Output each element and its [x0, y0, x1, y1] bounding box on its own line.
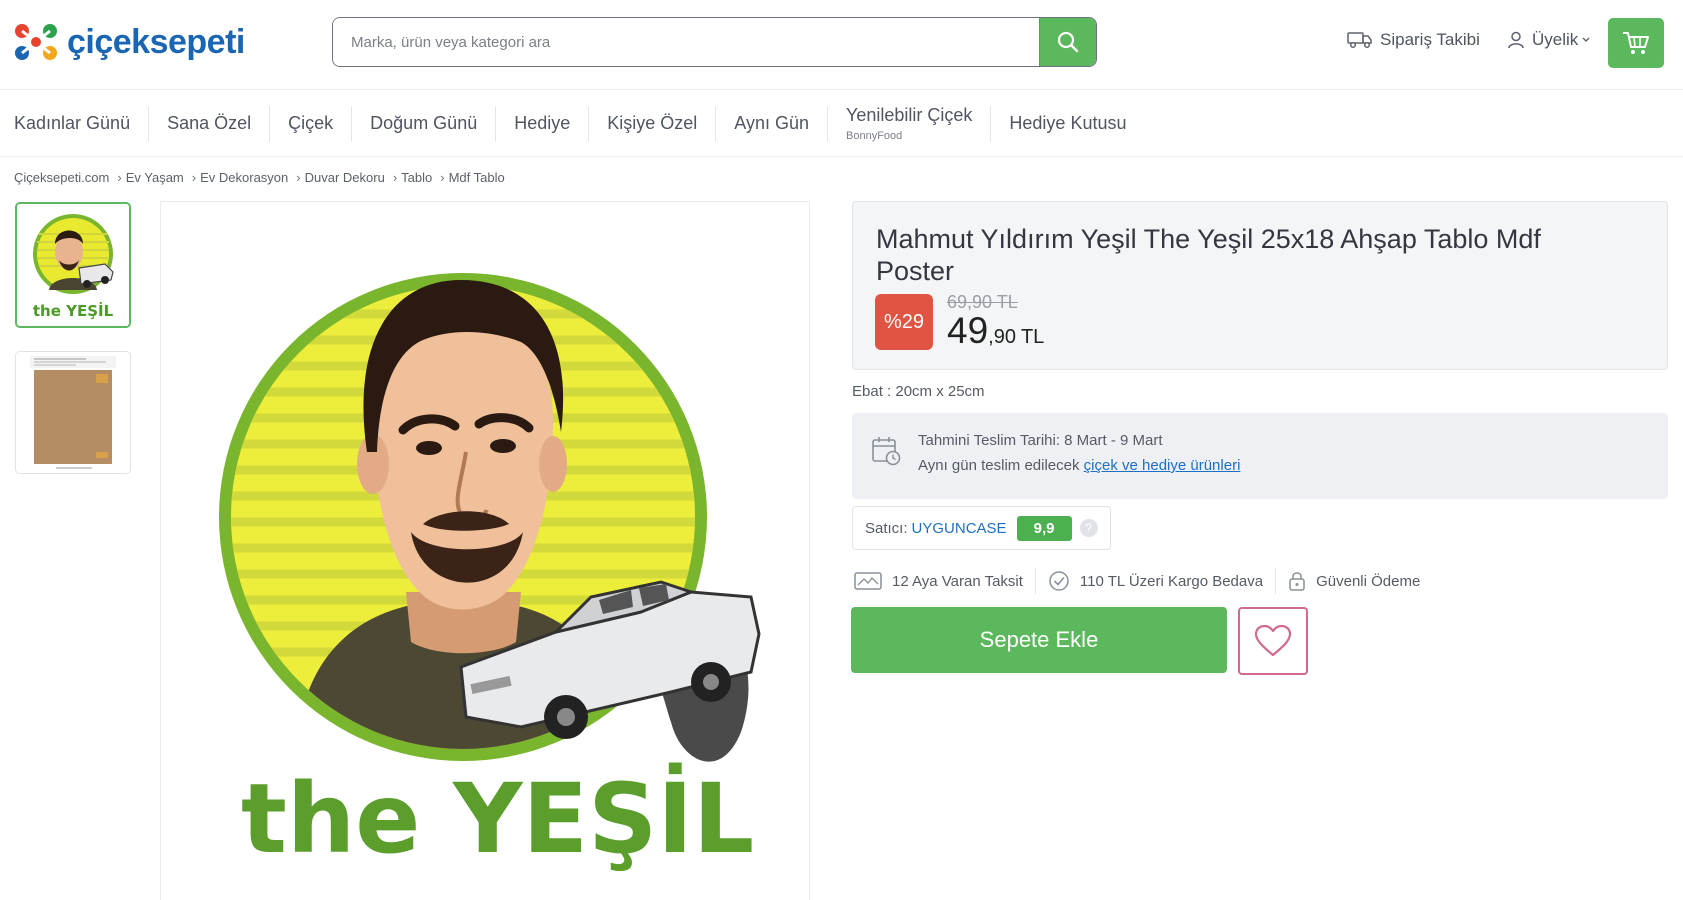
nav-item-sana-ozel[interactable]: Sana Özel	[149, 105, 271, 142]
nav-item-label: Çiçek	[288, 113, 334, 133]
search-input[interactable]	[333, 18, 1039, 66]
nav-item-label: Aynı Gün	[734, 113, 809, 133]
seller-score-badge: 9,9	[1016, 515, 1072, 541]
current-price: 49 ,90 TL	[947, 310, 1044, 352]
check-circle-icon	[1049, 571, 1069, 591]
membership-menu[interactable]: Üyelik	[1507, 30, 1591, 50]
price-integer: 49	[947, 310, 989, 351]
nav-item-hediye-kutusu[interactable]: Hediye Kutusu	[991, 106, 1144, 142]
nav-item-ayni-gun[interactable]: Aynı Gün	[716, 105, 828, 142]
credit-card-icon	[854, 572, 882, 590]
product-main-image[interactable]: the YEŞİL	[160, 201, 810, 900]
nav-item-sublabel: BonnyFood	[846, 130, 903, 142]
lock-icon	[1289, 572, 1305, 591]
feature-list: 12 Aya Varan Taksit 110 TL Üzeri Kargo B…	[852, 566, 1432, 596]
seller-box: Satıcı: UYGUNCASE 9,9 ?	[852, 506, 1111, 550]
logo[interactable]: çiçeksepeti	[13, 20, 245, 64]
feature-free-shipping: 110 TL Üzeri Kargo Bedava	[1036, 568, 1277, 594]
feature-label: 110 TL Üzeri Kargo Bedava	[1079, 572, 1264, 590]
product-info-box: Mahmut Yıldırım Yeşil The Yeşil 25x18 Ah…	[852, 201, 1668, 370]
search-bar	[332, 17, 1097, 67]
user-icon	[1508, 31, 1524, 49]
same-day-text: Aynı gün teslim edilecek	[918, 457, 1080, 474]
delivery-estimate-value: 8 Mart - 9 Mart	[1064, 432, 1163, 449]
product-size: Ebat : 20cm x 25cm	[852, 383, 985, 400]
nav-item-label: Kadınlar Günü	[14, 113, 131, 133]
nav-item-kadinlar-gunu[interactable]: Kadınlar Günü	[14, 105, 150, 142]
breadcrumb: Çiçeksepeti.com › Ev Yaşam › Ev Dekorasy…	[14, 170, 505, 185]
feature-installment: 12 Aya Varan Taksit	[852, 568, 1036, 594]
category-nav: Kadınlar Günü Sana Özel Çiçek Doğum Günü…	[0, 91, 1683, 157]
same-day-delivery: Aynı gün teslim edilecek çiçek ve hediye…	[918, 457, 1240, 474]
breadcrumb-item[interactable]: Mdf Tablo	[449, 170, 505, 185]
price-decimal: ,90	[988, 326, 1016, 348]
image-text-yesil: YEŞİL	[452, 762, 754, 875]
header: çiçeksepeti Sipariş Takibi Üyelik	[0, 0, 1683, 90]
product-image: the YEŞİL	[219, 273, 761, 875]
truck-icon	[1347, 32, 1372, 49]
chevron-right-icon: ›	[296, 170, 301, 185]
logo-mark-icon	[15, 24, 57, 60]
feature-label: Güvenli Ödeme	[1316, 572, 1421, 590]
breadcrumb-item[interactable]: Ev Dekorasyon	[200, 170, 288, 185]
nav-item-label: Doğum Günü	[370, 113, 478, 133]
chevron-right-icon: ›	[392, 170, 398, 185]
chevron-right-icon: ›	[440, 170, 445, 185]
search-icon	[1057, 31, 1079, 53]
add-to-cart-button[interactable]: Sepete Ekle	[851, 607, 1227, 673]
heart-icon	[1254, 624, 1292, 657]
logo-text: çiçeksepeti	[67, 22, 245, 61]
breadcrumb-item[interactable]: Tablo	[401, 170, 432, 185]
image-text-the: the	[241, 763, 420, 875]
nav-item-label: Hediye Kutusu	[1009, 113, 1127, 133]
help-icon[interactable]: ?	[1079, 519, 1098, 537]
nav-item-label: Sana Özel	[167, 113, 252, 133]
discount-badge: %29	[875, 294, 933, 350]
delivery-info-box: Tahmini Teslim Tarihi: 8 Mart - 9 Mart A…	[852, 413, 1668, 499]
favorite-button[interactable]	[1238, 607, 1308, 675]
nav-item-label: Kişiye Özel	[607, 113, 698, 133]
product-title: Mahmut Yıldırım Yeşil The Yeşil 25x18 Ah…	[876, 224, 1541, 286]
same-day-products-link[interactable]: çiçek ve hediye ürünleri	[1084, 457, 1241, 474]
chevron-right-icon: ›	[117, 170, 122, 185]
nav-item-kisiye-ozel[interactable]: Kişiye Özel	[589, 105, 717, 142]
price-currency: TL	[1020, 326, 1045, 348]
chevron-down-icon	[1582, 37, 1590, 42]
nav-item-label: Yenilebilir Çiçek	[846, 105, 973, 125]
nav-item-dogum-gunu[interactable]: Doğum Günü	[352, 105, 497, 142]
product-thumbnail-image: the YEŞİL	[17, 204, 129, 326]
seller-label: Satıcı:	[865, 519, 908, 537]
cart-button[interactable]	[1608, 18, 1664, 68]
chevron-right-icon: ›	[191, 170, 197, 185]
cart-icon	[1623, 32, 1649, 54]
nav-item-yenilebilir-cicek[interactable]: Yenilebilir Çiçek BonnyFood	[828, 105, 992, 142]
nav-item-label: Hediye	[514, 113, 571, 133]
search-button[interactable]	[1039, 18, 1096, 66]
order-tracking-label: Sipariş Takibi	[1380, 30, 1480, 49]
gallery-thumbnail-1[interactable]: the YEŞİL	[15, 202, 131, 328]
delivery-estimate: Tahmini Teslim Tarihi: 8 Mart - 9 Mart	[918, 432, 1163, 449]
nav-item-cicek[interactable]: Çiçek	[270, 105, 353, 142]
order-tracking-link[interactable]: Sipariş Takibi	[1347, 30, 1480, 50]
calendar-clock-icon	[872, 437, 901, 466]
membership-label: Üyelik	[1532, 30, 1579, 49]
product-back-thumbnail-image	[16, 352, 130, 473]
feature-secure-payment: Güvenli Ödeme	[1276, 568, 1432, 594]
breadcrumb-item[interactable]: Duvar Dekoru	[305, 170, 385, 185]
delivery-estimate-label: Tahmini Teslim Tarihi:	[918, 432, 1060, 449]
thumbnail-logo-text: the YEŞİL	[33, 301, 114, 320]
seller-name-link[interactable]: UYGUNCASE	[912, 520, 1007, 537]
nav-item-hediye[interactable]: Hediye	[496, 105, 590, 142]
breadcrumb-item[interactable]: Çiçeksepeti.com	[14, 170, 109, 185]
breadcrumb-item[interactable]: Ev Yaşam	[126, 170, 184, 185]
feature-label: 12 Aya Varan Taksit	[892, 572, 1023, 590]
gallery-thumbnail-2[interactable]	[15, 351, 131, 474]
